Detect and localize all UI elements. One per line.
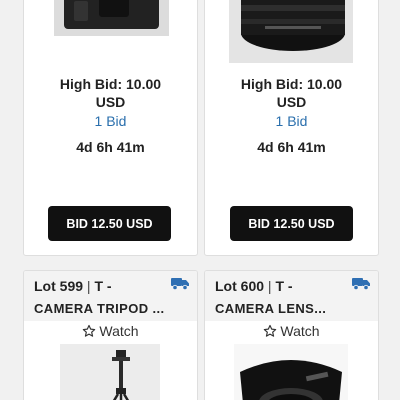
- bid-info: High Bid: 10.00 USD 1 Bid 4d 6h 41m: [205, 75, 378, 156]
- lot-card: Lot 600 | T - CAMERA LENS... Watch: [204, 270, 379, 400]
- lot-photo[interactable]: [234, 344, 348, 400]
- lot-number: Lot 599: [34, 278, 84, 294]
- lot-separator: |: [86, 278, 91, 294]
- lot-header[interactable]: Lot 599 | T - CAMERA TRIPOD ...: [24, 271, 197, 321]
- bid-button[interactable]: BID 12.50 USD: [48, 206, 171, 241]
- lot-line: Lot 599 | T -: [34, 277, 187, 295]
- lot-number: Lot 600: [215, 278, 265, 294]
- lot-category: T -: [94, 278, 112, 294]
- bid-info: High Bid: 10.00 USD 1 Bid 4d 6h 41m: [24, 75, 197, 156]
- lot-header[interactable]: Lot 600 | T - CAMERA LENS...: [205, 271, 378, 321]
- bid-count-link[interactable]: 1 Bid: [205, 112, 378, 130]
- truck-icon: [171, 278, 189, 290]
- watch-button[interactable]: Watch: [205, 323, 378, 339]
- lot-line: Lot 600 | T -: [215, 277, 368, 295]
- lot-photo[interactable]: [24, 0, 197, 70]
- currency-label: USD: [276, 94, 307, 110]
- bid-button[interactable]: BID 12.50 USD: [230, 206, 353, 241]
- watch-label: Watch: [280, 323, 320, 339]
- lot-card: Lot 599 | T - CAMERA TRIPOD ... Watch: [23, 270, 198, 400]
- watch-button[interactable]: Watch: [24, 323, 197, 339]
- lot-card: High Bid: 10.00 USD 1 Bid 4d 6h 41m BID …: [204, 0, 379, 256]
- lot-title[interactable]: CAMERA LENS...: [215, 300, 368, 318]
- time-left: 4d 6h 41m: [76, 139, 145, 155]
- high-bid-label: High Bid: 10.00: [240, 76, 343, 92]
- lot-photo[interactable]: [205, 0, 378, 70]
- truck-icon: [352, 278, 370, 290]
- lot-photo[interactable]: [60, 344, 160, 400]
- star-icon: [264, 324, 277, 337]
- lot-title[interactable]: CAMERA TRIPOD ...: [34, 300, 187, 318]
- currency-label: USD: [95, 94, 126, 110]
- bid-count-link[interactable]: 1 Bid: [24, 112, 197, 130]
- high-bid-label: High Bid: 10.00: [59, 76, 162, 92]
- watch-label: Watch: [99, 323, 139, 339]
- lot-separator: |: [267, 278, 272, 294]
- lot-card: High Bid: 10.00 USD 1 Bid 4d 6h 41m BID …: [23, 0, 198, 256]
- lot-category: T -: [275, 278, 293, 294]
- star-icon: [83, 324, 96, 337]
- time-left: 4d 6h 41m: [257, 139, 326, 155]
